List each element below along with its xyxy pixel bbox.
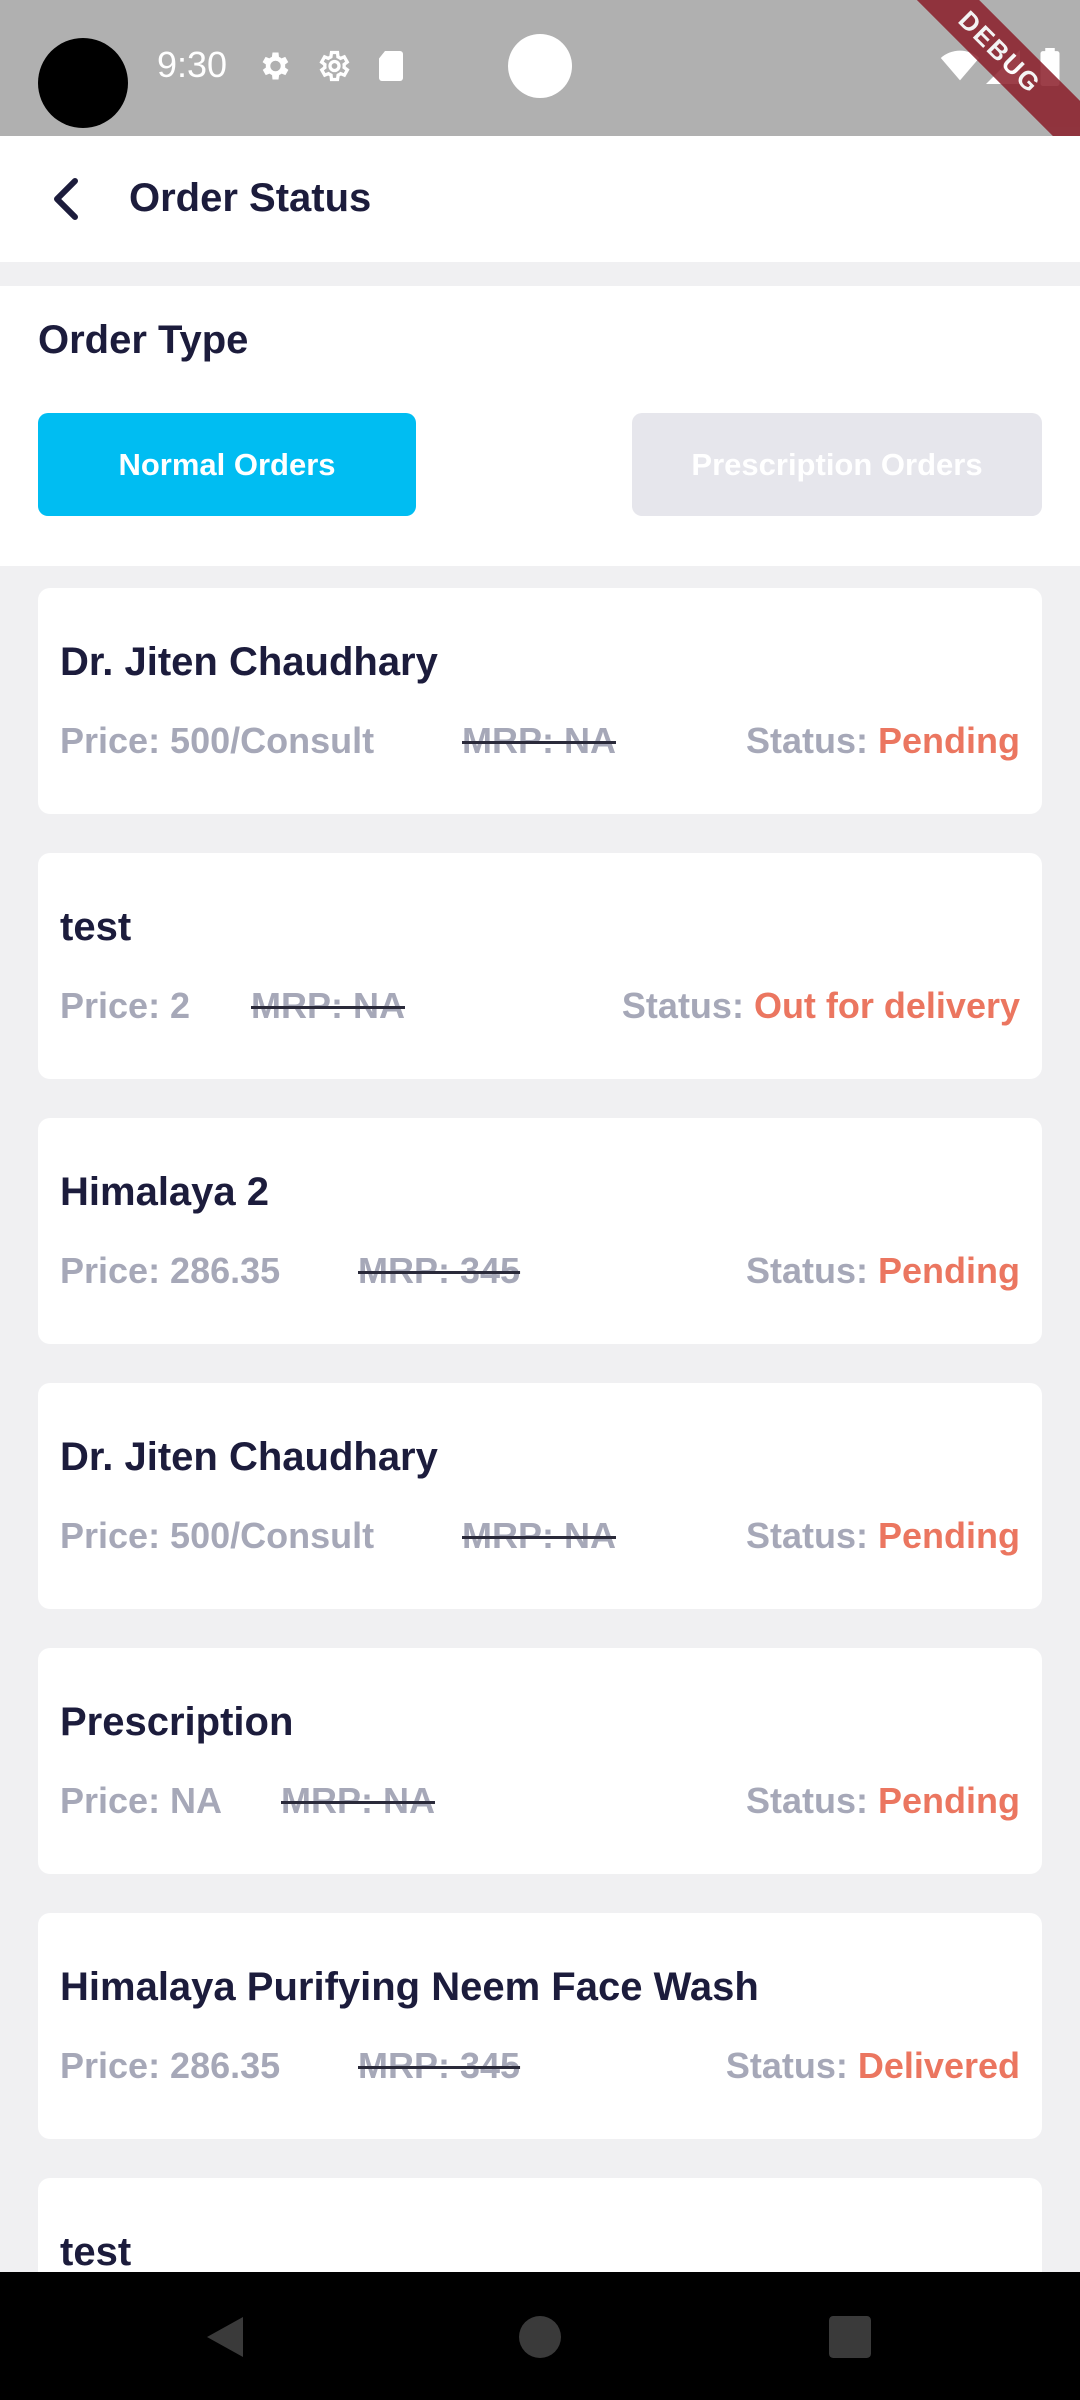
page-title: Order Status bbox=[129, 176, 372, 220]
status-value: Delivered bbox=[857, 2045, 1020, 2086]
camera-cutout bbox=[38, 38, 128, 128]
order-card[interactable]: Prescription Price: NA MRP: NA Status: P… bbox=[38, 1648, 1042, 1874]
status-label: Status: bbox=[745, 1515, 878, 1556]
order-mrp: MRP: NA bbox=[281, 1780, 435, 1821]
nav-back-icon bbox=[207, 2317, 243, 2357]
order-name: Himalaya Purifying Neem Face Wash bbox=[60, 1965, 759, 2009]
order-meta: Price: 500/Consult MRP: NA Status: Pendi… bbox=[60, 720, 1020, 764]
status-label: Status: bbox=[725, 2045, 858, 2086]
order-name: Dr. Jiten Chaudhary bbox=[60, 640, 438, 684]
status-value: Pending bbox=[878, 1250, 1020, 1291]
settings-icon bbox=[256, 48, 292, 89]
order-price: Price: 2 bbox=[60, 985, 191, 1026]
order-list[interactable]: Dr. Jiten Chaudhary Price: 500/Consult M… bbox=[0, 566, 1080, 2272]
order-card[interactable]: test Price: 2 MRP: NA Status: Out for de… bbox=[38, 853, 1042, 1079]
order-card[interactable]: Dr. Jiten Chaudhary Price: 500/Consult M… bbox=[38, 588, 1042, 814]
order-name: test bbox=[60, 905, 132, 949]
order-card[interactable]: Himalaya 2 Price: 286.35 MRP: 345 Status… bbox=[38, 1118, 1042, 1344]
status-label: Status: bbox=[745, 1250, 878, 1291]
normal-orders-button[interactable]: Normal Orders bbox=[38, 413, 416, 516]
settings-outline-icon bbox=[315, 48, 351, 89]
status-bar: 9:30 DEBUG bbox=[0, 0, 1080, 136]
order-mrp: MRP: NA bbox=[251, 985, 405, 1026]
order-meta: Price: 286.35 MRP: 345 Status: Delivered bbox=[60, 2045, 1020, 2089]
order-mrp: MRP: NA bbox=[462, 1515, 616, 1556]
order-card[interactable]: test bbox=[38, 2178, 1042, 2272]
nav-home-icon bbox=[519, 2316, 561, 2358]
order-meta: Price: NA MRP: NA Status: Pending bbox=[60, 1780, 1020, 1824]
order-status: Status: Pending bbox=[746, 720, 1020, 762]
order-card[interactable]: Himalaya Purifying Neem Face Wash Price:… bbox=[38, 1913, 1042, 2139]
status-label: Status: bbox=[621, 985, 754, 1026]
nav-recents-icon bbox=[829, 2316, 871, 2358]
status-value: Pending bbox=[878, 1515, 1020, 1556]
order-price: Price: 286.35 bbox=[60, 1250, 281, 1291]
prescription-orders-button[interactable]: Prescription Orders bbox=[632, 413, 1042, 516]
status-value: Pending bbox=[878, 720, 1020, 761]
order-status: Status: Out for delivery bbox=[622, 985, 1020, 1027]
order-name: Dr. Jiten Chaudhary bbox=[60, 1435, 438, 1479]
order-status: Status: Pending bbox=[746, 1250, 1020, 1292]
order-status: Status: Pending bbox=[746, 1515, 1020, 1557]
sd-card-icon bbox=[376, 48, 406, 89]
order-price: Price: 500/Consult bbox=[60, 1515, 375, 1556]
front-camera bbox=[508, 34, 572, 98]
back-button[interactable] bbox=[30, 162, 104, 236]
status-value: Pending bbox=[878, 1780, 1020, 1821]
order-meta: Price: 286.35 MRP: 345 Status: Pending bbox=[60, 1250, 1020, 1294]
order-name: Prescription bbox=[60, 1700, 294, 1744]
status-value: Out for delivery bbox=[753, 985, 1020, 1026]
order-name: test bbox=[60, 2230, 132, 2272]
system-nav-bar bbox=[0, 2272, 1080, 2400]
nav-back-button[interactable] bbox=[190, 2302, 260, 2372]
nav-recents-button[interactable] bbox=[815, 2302, 885, 2372]
order-name: Himalaya 2 bbox=[60, 1170, 270, 1214]
order-price: Price: 500/Consult bbox=[60, 720, 375, 761]
order-mrp: MRP: 345 bbox=[358, 1250, 521, 1291]
order-mrp: MRP: NA bbox=[462, 720, 616, 761]
order-status: Status: Delivered bbox=[726, 2045, 1020, 2087]
nav-home-button[interactable] bbox=[505, 2302, 575, 2372]
order-type-title: Order Type bbox=[38, 318, 249, 362]
status-label: Status: bbox=[745, 720, 878, 761]
order-type-section: Order Type Normal Orders Prescription Or… bbox=[0, 286, 1080, 566]
order-meta: Price: 2 MRP: NA Status: Out for deliver… bbox=[60, 985, 1020, 1029]
order-card[interactable]: Dr. Jiten Chaudhary Price: 500/Consult M… bbox=[38, 1383, 1042, 1609]
app-bar: Order Status bbox=[0, 136, 1080, 262]
status-label: Status: bbox=[745, 1780, 878, 1821]
order-price: Price: NA bbox=[60, 1780, 223, 1821]
order-meta: Price: 500/Consult MRP: NA Status: Pendi… bbox=[60, 1515, 1020, 1559]
order-price: Price: 286.35 bbox=[60, 2045, 281, 2086]
order-status: Status: Pending bbox=[746, 1780, 1020, 1822]
status-time: 9:30 bbox=[157, 44, 228, 85]
order-mrp: MRP: 345 bbox=[358, 2045, 521, 2086]
back-arrow-icon bbox=[54, 178, 78, 220]
